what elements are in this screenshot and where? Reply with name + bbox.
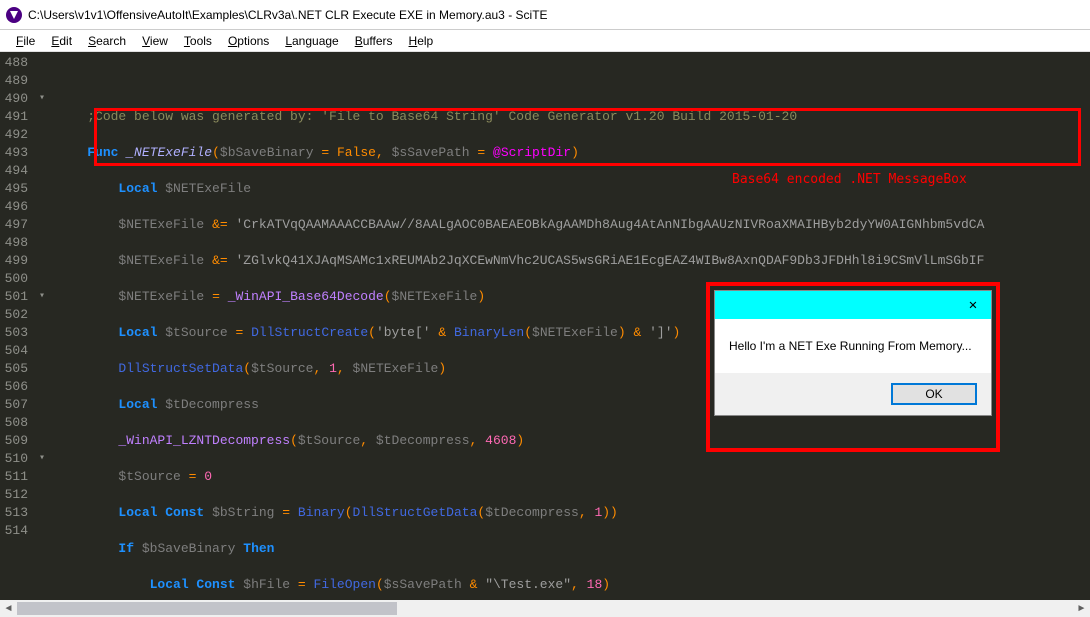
code-editor[interactable]: 4884894904914924934944954964974984995005… <box>0 52 1090 600</box>
menu-tools[interactable]: Tools <box>176 32 220 50</box>
window-title: C:\Users\v1v1\OffensiveAutoIt\Examples\C… <box>28 8 548 22</box>
scroll-track[interactable] <box>17 600 1073 617</box>
close-icon[interactable]: ✕ <box>955 291 991 319</box>
menu-options[interactable]: Options <box>220 32 277 50</box>
menu-file[interactable]: File <box>8 32 43 50</box>
message-box-footer: OK <box>715 373 991 415</box>
menu-bar: File Edit Search View Tools Options Lang… <box>0 30 1090 52</box>
menu-help[interactable]: Help <box>401 32 442 50</box>
ok-button[interactable]: OK <box>891 383 977 405</box>
message-box-body: Hello I'm a NET Exe Running From Memory.… <box>715 319 991 373</box>
horizontal-scrollbar[interactable]: ◄ ► <box>0 600 1090 617</box>
fold-margin[interactable]: ▾▾▾ <box>34 52 50 600</box>
app-icon <box>6 7 22 23</box>
message-box: ✕ Hello I'm a NET Exe Running From Memor… <box>714 290 992 416</box>
comment: ;Code below was generated by: 'File to B… <box>87 109 797 124</box>
scroll-thumb[interactable] <box>17 602 397 615</box>
line-gutter: 4884894904914924934944954964974984995005… <box>0 52 34 600</box>
menu-buffers[interactable]: Buffers <box>347 32 401 50</box>
scroll-right-button[interactable]: ► <box>1073 600 1090 617</box>
annotation-text: Base64 encoded .NET MessageBox <box>732 172 967 187</box>
scroll-left-button[interactable]: ◄ <box>0 600 17 617</box>
menu-edit[interactable]: Edit <box>43 32 80 50</box>
menu-view[interactable]: View <box>134 32 176 50</box>
menu-language[interactable]: Language <box>277 32 346 50</box>
message-box-titlebar[interactable]: ✕ <box>715 291 991 319</box>
menu-search[interactable]: Search <box>80 32 134 50</box>
title-bar: C:\Users\v1v1\OffensiveAutoIt\Examples\C… <box>0 0 1090 30</box>
